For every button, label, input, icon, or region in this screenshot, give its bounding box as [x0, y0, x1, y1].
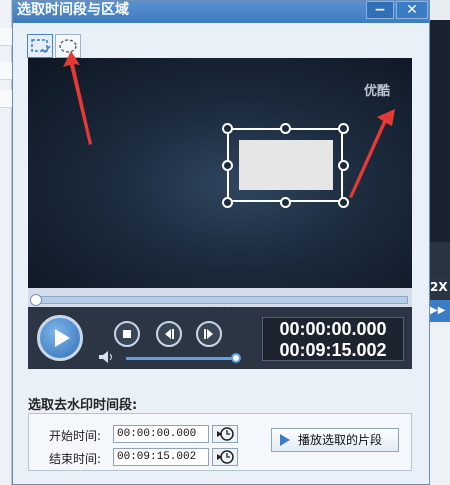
background-panel [430, 0, 450, 20]
step-forward-icon [204, 329, 213, 339]
volume-icon[interactable] [98, 351, 114, 363]
background-list-item [0, 62, 12, 80]
play-icon [280, 434, 290, 446]
total-time: 00:09:15.002 [279, 340, 387, 360]
play-selection-button[interactable]: 播放选取的片段 [271, 428, 399, 452]
start-time-reset-button[interactable] [212, 425, 238, 443]
background-list-item [0, 28, 12, 46]
background-app-left [0, 0, 12, 485]
play-selection-label: 播放选取的片段 [298, 433, 383, 447]
background-app-right: 2X ▶▶ [430, 0, 450, 485]
watermark-text: 优酷 [364, 84, 391, 99]
rectangle-select-icon [31, 39, 51, 54]
clock-reset-icon [217, 427, 234, 441]
player-controls: 00:00:00.000 00:09:15.002 [28, 307, 412, 369]
selection-fill [239, 140, 333, 190]
annotation-arrow [63, 51, 92, 145]
next-frame-button[interactable] [196, 321, 222, 347]
stop-button[interactable] [114, 321, 140, 347]
minimize-button[interactable]: − [366, 1, 394, 19]
step-back-icon [165, 329, 174, 339]
volume-slider[interactable] [126, 357, 234, 360]
background-ffwd-button: ▶▶ [430, 300, 450, 322]
background-list-item [0, 90, 12, 108]
select-region-dialog: 选取时间段与区域 − ✕ 优酷 00:00:00.000 00:09:15.00… [12, 0, 430, 485]
end-time-input[interactable]: 00:09:15.002 [113, 448, 209, 466]
play-icon [55, 329, 70, 347]
resize-handle[interactable] [222, 123, 233, 134]
timeline-track[interactable] [32, 296, 408, 304]
end-time-reset-button[interactable] [212, 448, 238, 466]
clock-reset-icon [217, 450, 234, 464]
resize-handle[interactable] [222, 197, 233, 208]
time-display: 00:00:00.000 00:09:15.002 [262, 317, 404, 361]
background-speed-label: 2X [430, 276, 450, 298]
resize-handle[interactable] [222, 160, 233, 171]
background-video [430, 20, 450, 242]
resize-handle[interactable] [280, 123, 291, 134]
current-time: 00:00:00.000 [279, 319, 387, 339]
close-button[interactable]: ✕ [396, 1, 428, 19]
rectangle-select-button[interactable] [27, 34, 53, 58]
selection-rectangle[interactable] [222, 123, 349, 208]
timeline-knob[interactable] [30, 294, 42, 306]
stop-icon [123, 330, 131, 338]
end-time-label: 结束时间: [49, 452, 102, 466]
start-time-label: 开始时间: [49, 429, 102, 443]
prev-frame-button[interactable] [156, 321, 182, 347]
resize-handle[interactable] [280, 197, 291, 208]
section-label: 选取去水印时间段: [28, 398, 138, 413]
volume-knob[interactable] [231, 353, 241, 363]
annotation-arrow [349, 109, 395, 198]
start-time-input[interactable]: 00:00:00.000 [113, 425, 209, 443]
background-panel [430, 322, 450, 485]
time-range-group: 开始时间: 00:00:00.000 结束时间: 00:09:15.002 播放… [28, 413, 412, 471]
play-button[interactable] [37, 315, 83, 361]
